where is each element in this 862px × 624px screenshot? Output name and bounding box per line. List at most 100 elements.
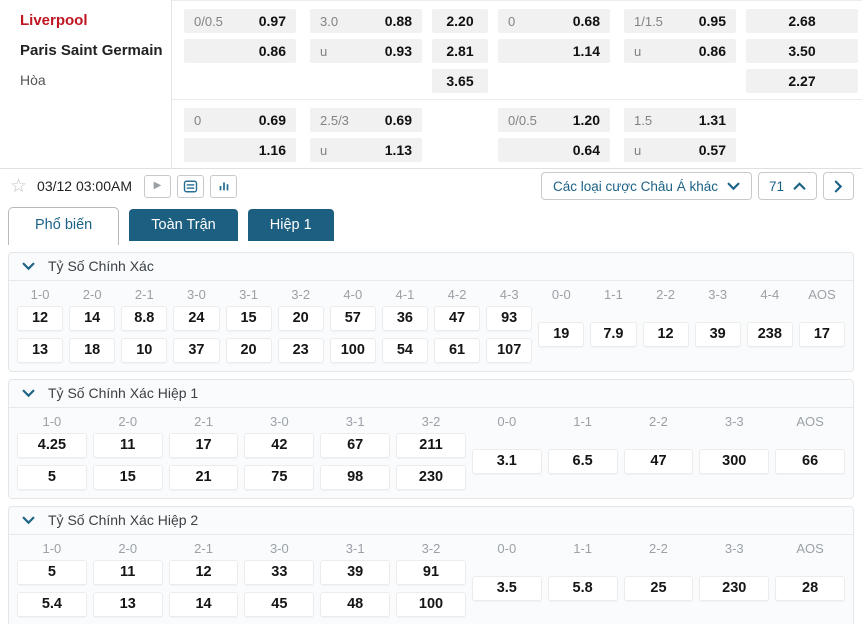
odds-cell[interactable]: 0/0.50.97: [184, 9, 296, 33]
odds-button[interactable]: 3.5: [472, 576, 542, 601]
odds-button[interactable]: 48: [320, 592, 390, 617]
odds-button[interactable]: 17: [799, 322, 845, 347]
odds-button[interactable]: 66: [775, 449, 845, 474]
score-label: 3-0: [244, 410, 314, 433]
odds-button[interactable]: 20: [278, 306, 324, 331]
odds-cell[interactable]: u0.93: [310, 39, 422, 63]
odds-button[interactable]: 75: [244, 465, 314, 490]
odds-cell[interactable]: 1/1.50.95: [624, 9, 736, 33]
odds-button[interactable]: 39: [320, 560, 390, 585]
odds-button[interactable]: 13: [17, 338, 63, 363]
odds-button[interactable]: 10: [121, 338, 167, 363]
odds-button[interactable]: 5.8: [548, 576, 618, 601]
odds-cell[interactable]: 3.50: [746, 39, 858, 63]
odds-button[interactable]: 54: [382, 338, 428, 363]
odds-button[interactable]: 47: [624, 449, 694, 474]
star-icon[interactable]: ☆: [10, 177, 27, 196]
odds-button[interactable]: 42: [244, 433, 314, 458]
odds-button[interactable]: 21: [169, 465, 239, 490]
odds-button[interactable]: 37: [173, 338, 219, 363]
odds-cell[interactable]: 1.14: [498, 39, 610, 63]
odds-cell[interactable]: u1.13: [310, 138, 422, 162]
odds-button[interactable]: 238: [747, 322, 793, 347]
odds-cell[interactable]: 2.68: [746, 9, 858, 33]
other-asian-bets-dropdown[interactable]: Các loại cược Châu Á khác: [541, 172, 752, 200]
odds-cell[interactable]: 2.20: [432, 9, 488, 33]
odds-button[interactable]: 230: [396, 465, 466, 490]
odds-value: 0.86: [259, 43, 286, 59]
odds-value: 2.20: [446, 13, 473, 29]
odds-button[interactable]: 100: [396, 592, 466, 617]
odds-button[interactable]: 24: [173, 306, 219, 331]
bet-slip-button[interactable]: [177, 175, 204, 198]
odds-button[interactable]: 19: [538, 322, 584, 347]
odds-button[interactable]: 300: [699, 449, 769, 474]
odds-cell[interactable]: u0.57: [624, 138, 736, 162]
odds-button[interactable]: 211: [396, 433, 466, 458]
play-button[interactable]: ▶: [144, 175, 171, 198]
chevron-down-icon[interactable]: [22, 516, 35, 525]
odds-button[interactable]: 13: [93, 592, 163, 617]
odds-button[interactable]: 98: [320, 465, 390, 490]
tab-popular[interactable]: Phổ biến: [8, 207, 119, 245]
odds-button[interactable]: 25: [624, 576, 694, 601]
odds-button[interactable]: 28: [775, 576, 845, 601]
odds-button[interactable]: 15: [93, 465, 163, 490]
odds-button[interactable]: 5: [17, 560, 87, 585]
odds-button[interactable]: 6.5: [548, 449, 618, 474]
odds-button[interactable]: 14: [69, 306, 115, 331]
odds-cell[interactable]: 0.64: [498, 138, 610, 162]
odds-button[interactable]: 14: [169, 592, 239, 617]
odds-button[interactable]: 45: [244, 592, 314, 617]
odds-button[interactable]: 17: [169, 433, 239, 458]
odds-cell[interactable]: 1.51.31: [624, 108, 736, 132]
odds-button[interactable]: 100: [330, 338, 376, 363]
tab-first-half[interactable]: Hiệp 1: [248, 209, 334, 241]
odds-cell[interactable]: 2.27: [746, 69, 858, 93]
score-cells: 47: [624, 433, 694, 490]
score-column: 2-01115: [90, 410, 166, 490]
odds-cell[interactable]: 00.69: [184, 108, 296, 132]
odds-button[interactable]: 107: [486, 338, 532, 363]
odds-cell[interactable]: 2.81: [432, 39, 488, 63]
chevron-down-icon[interactable]: [22, 262, 35, 271]
odds-button[interactable]: 3.1: [472, 449, 542, 474]
odds-button[interactable]: 93: [486, 306, 532, 331]
tab-full-match[interactable]: Toàn Trận: [129, 209, 238, 241]
odds-cell[interactable]: 3.00.88: [310, 9, 422, 33]
odds-button[interactable]: 23: [278, 338, 324, 363]
odds-button[interactable]: 8.8: [121, 306, 167, 331]
chevron-down-icon[interactable]: [22, 389, 35, 398]
stats-button[interactable]: [210, 175, 237, 198]
odds-button[interactable]: 61: [434, 338, 480, 363]
odds-cell[interactable]: 1.16: [184, 138, 296, 162]
odds-button[interactable]: 20: [226, 338, 272, 363]
odds-button[interactable]: 33: [244, 560, 314, 585]
odds-button[interactable]: 11: [93, 433, 163, 458]
odds-button[interactable]: 39: [695, 322, 741, 347]
odds-cell[interactable]: u0.86: [624, 39, 736, 63]
odds-button[interactable]: 12: [169, 560, 239, 585]
next-button[interactable]: [823, 172, 854, 200]
odds-button[interactable]: 67: [320, 433, 390, 458]
market-count-toggle[interactable]: 71: [758, 172, 817, 200]
odds-button[interactable]: 12: [643, 322, 689, 347]
odds-button[interactable]: 12: [17, 306, 63, 331]
odds-cell[interactable]: 3.65: [432, 69, 488, 93]
odds-button[interactable]: 5.4: [17, 592, 87, 617]
odds-button[interactable]: 5: [17, 465, 87, 490]
odds-cell[interactable]: 0/0.51.20: [498, 108, 610, 132]
odds-cell[interactable]: 00.68: [498, 9, 610, 33]
odds-button[interactable]: 18: [69, 338, 115, 363]
odds-button[interactable]: 57: [330, 306, 376, 331]
odds-button[interactable]: 7.9: [590, 322, 636, 347]
odds-button[interactable]: 36: [382, 306, 428, 331]
odds-button[interactable]: 15: [226, 306, 272, 331]
odds-button[interactable]: 91: [396, 560, 466, 585]
odds-button[interactable]: 4.25: [17, 433, 87, 458]
odds-button[interactable]: 47: [434, 306, 480, 331]
odds-cell[interactable]: 0.86: [184, 39, 296, 63]
odds-cell[interactable]: 2.5/30.69: [310, 108, 422, 132]
odds-button[interactable]: 11: [93, 560, 163, 585]
odds-button[interactable]: 230: [699, 576, 769, 601]
